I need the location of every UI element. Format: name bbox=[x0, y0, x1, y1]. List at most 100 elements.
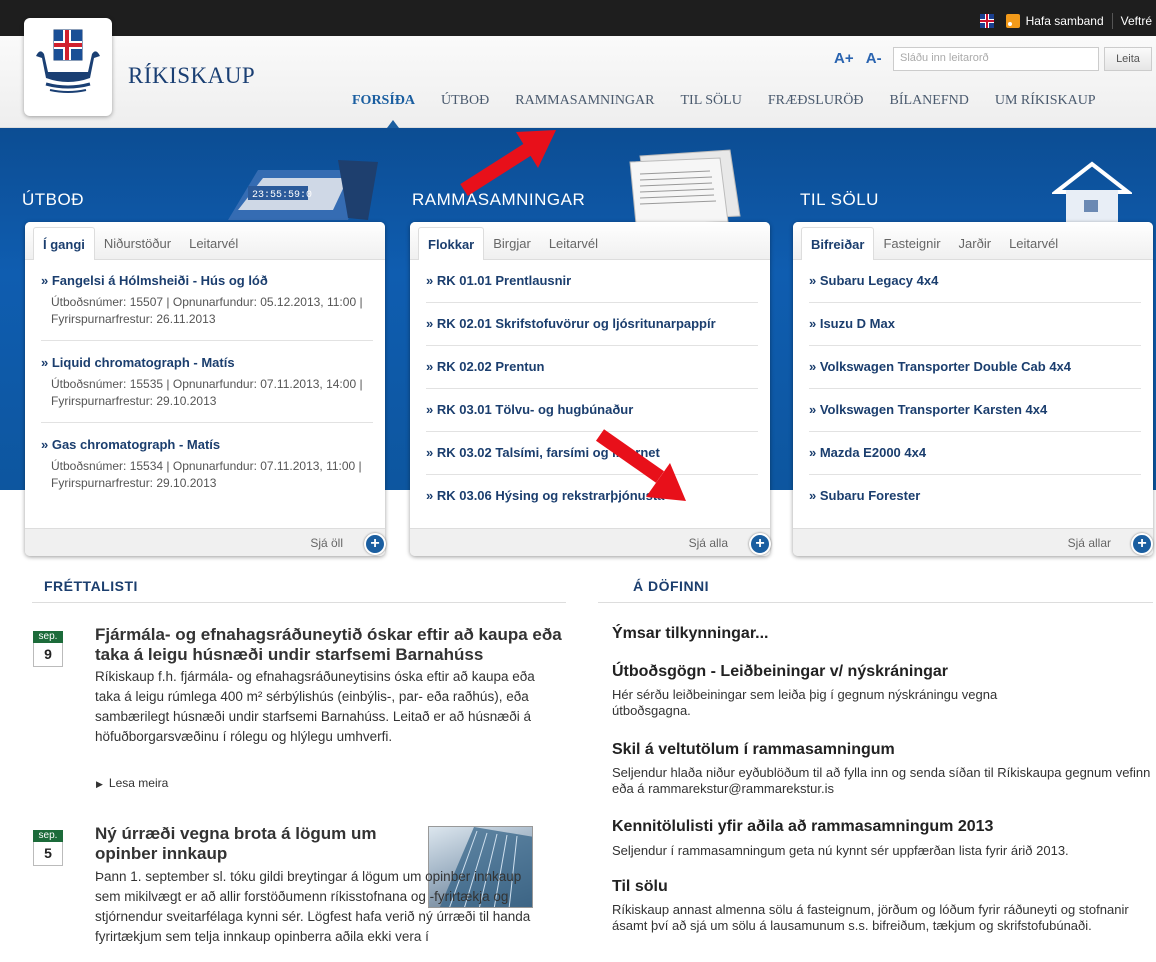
list-item[interactable]: » RK 02.02 Prentun bbox=[426, 346, 758, 389]
event-title[interactable]: Kennitölulisti yfir aðila að rammasamnin… bbox=[612, 818, 993, 836]
utbod-tabs: Í gangi Niðurstöður Leitarvél bbox=[25, 222, 385, 260]
divider bbox=[32, 602, 566, 603]
logo[interactable] bbox=[24, 18, 112, 116]
nav-um-rikiskaup[interactable]: UM RÍKISKAUP bbox=[995, 93, 1096, 117]
card-footer: Sjá alla bbox=[410, 528, 770, 556]
search-button[interactable]: Leita bbox=[1104, 47, 1152, 71]
date-day: 5 bbox=[33, 842, 63, 866]
event-body: Hér sérðu leiðbeiningar sem leiða þig í … bbox=[612, 687, 998, 718]
sale-item-link[interactable]: » Volkswagen Transporter Double Cab 4x4 bbox=[809, 359, 1141, 374]
viking-ship-icon bbox=[36, 29, 100, 93]
news-heading: FRÉTTALISTI bbox=[44, 578, 138, 594]
contact-link[interactable]: Hafa samband bbox=[1026, 14, 1104, 28]
brand-name[interactable]: RÍKISKAUP bbox=[128, 63, 255, 89]
event-body: Seljendur hlaða niður eyðublöðum til að … bbox=[612, 765, 1151, 796]
sale-item-link[interactable]: » Subaru Forester bbox=[809, 488, 1141, 503]
category-link[interactable]: » RK 02.02 Prentun bbox=[426, 359, 758, 374]
card-footer: Sjá allar bbox=[793, 528, 1153, 556]
house-illustration bbox=[1052, 161, 1132, 222]
list-item[interactable]: » Volkswagen Transporter Karsten 4x4 bbox=[809, 389, 1141, 432]
list-item[interactable]: » Gas chromatograph - Matís Útboðsnúmer:… bbox=[41, 423, 373, 500]
list-item[interactable]: » Mazda E2000 4x4 bbox=[809, 432, 1141, 475]
category-link[interactable]: » RK 03.01 Tölvu- og hugbúnaður bbox=[426, 402, 758, 417]
card-footer: Sjá öll bbox=[25, 528, 385, 556]
tab-leitarvel[interactable]: Leitarvél bbox=[540, 227, 607, 259]
tab-bifreidar[interactable]: Bifreiðar bbox=[801, 227, 875, 260]
tab-jardir[interactable]: Jarðir bbox=[950, 227, 1001, 259]
list-item[interactable]: » Subaru Legacy 4x4 bbox=[809, 260, 1141, 303]
plus-circle-icon[interactable]: + bbox=[1131, 533, 1153, 555]
tab-birgjar[interactable]: Birgjar bbox=[484, 227, 540, 259]
til-solu-heading: TIL SÖLU bbox=[800, 190, 879, 209]
see-all-link[interactable]: Sjá alla bbox=[689, 536, 728, 550]
tender-meta: Útboðsnúmer: 15535 | Opnunarfundur: 07.1… bbox=[51, 377, 363, 408]
news-body: Þann 1. september sl. tóku gildi breytin… bbox=[95, 869, 531, 944]
tab-flokkar[interactable]: Flokkar bbox=[418, 227, 485, 260]
event-title[interactable]: Skil á veltutölum í rammasamningum bbox=[612, 741, 895, 759]
top-utility-bar: Hafa samband Veftré bbox=[0, 0, 1156, 36]
sitemap-link[interactable]: Veftré bbox=[1121, 14, 1152, 28]
read-more-link[interactable]: ▶ Lesa meira bbox=[96, 776, 168, 790]
date-month: sep. bbox=[33, 631, 63, 643]
tab-nidurstodur[interactable]: Niðurstöður bbox=[95, 227, 180, 259]
til-solu-card: Bifreiðar Fasteignir Jarðir Leitarvél » … bbox=[793, 222, 1153, 556]
nav-utbod[interactable]: ÚTBOÐ bbox=[441, 93, 489, 117]
main-nav: FORSÍÐA ÚTBOÐ RAMMASAMNINGAR TIL SÖLU FR… bbox=[352, 93, 1096, 117]
list-item[interactable]: » Fangelsi á Hólmsheiði - Hús og lóð Útb… bbox=[41, 260, 373, 341]
sale-item-link[interactable]: » Subaru Legacy 4x4 bbox=[809, 273, 1141, 288]
date-day: 9 bbox=[33, 643, 63, 667]
tender-title[interactable]: » Gas chromatograph - Matís bbox=[41, 437, 373, 452]
date-badge: sep. 5 bbox=[33, 830, 63, 868]
nav-forsida[interactable]: FORSÍÐA bbox=[352, 93, 415, 117]
list-item[interactable]: » Subaru Forester bbox=[809, 475, 1141, 511]
date-badge: sep. 9 bbox=[33, 631, 63, 669]
list-item[interactable]: » Liquid chromatograph - Matís Útboðsnúm… bbox=[41, 341, 373, 423]
tender-title[interactable]: » Fangelsi á Hólmsheiði - Hús og lóð bbox=[41, 273, 373, 288]
nav-til-solu[interactable]: TIL SÖLU bbox=[681, 93, 742, 117]
font-increase-button[interactable]: A+ bbox=[834, 50, 854, 67]
documents-illustration bbox=[629, 149, 741, 225]
event-title[interactable]: Útboðsgögn - Leiðbeiningar v/ nýskráning… bbox=[612, 663, 948, 681]
tab-leitarvel[interactable]: Leitarvél bbox=[1000, 227, 1067, 259]
rss-icon[interactable] bbox=[1005, 14, 1020, 28]
calculator-illustration: 23:55:59:0 bbox=[228, 160, 378, 220]
event-body: Ríkiskaup annast almenna sölu á fasteign… bbox=[612, 902, 1129, 933]
plus-circle-icon[interactable]: + bbox=[364, 533, 386, 555]
tab-leitarvel[interactable]: Leitarvél bbox=[180, 227, 247, 259]
tab-i-gangi[interactable]: Í gangi bbox=[33, 227, 95, 260]
category-link[interactable]: » RK 01.01 Prentlausnir bbox=[426, 273, 758, 288]
tender-title[interactable]: » Liquid chromatograph - Matís bbox=[41, 355, 373, 370]
sale-item-link[interactable]: » Mazda E2000 4x4 bbox=[809, 445, 1141, 460]
list-item[interactable]: » Isuzu D Max bbox=[809, 303, 1141, 346]
til-solu-tabs: Bifreiðar Fasteignir Jarðir Leitarvél bbox=[793, 222, 1153, 260]
news-title[interactable]: Ný úrræði vegna brota á lögum um opinber… bbox=[95, 824, 415, 864]
nav-bilanefnd[interactable]: BÍLANEFND bbox=[890, 93, 969, 117]
tender-meta: Útboðsnúmer: 15534 | Opnunarfundur: 07.1… bbox=[51, 459, 362, 490]
list-item[interactable]: » RK 01.01 Prentlausnir bbox=[426, 260, 758, 303]
news-body: Ríkiskaup f.h. fjármála- og efnahagsráðu… bbox=[95, 669, 535, 744]
see-all-link[interactable]: Sjá öll bbox=[310, 536, 343, 550]
news-title[interactable]: Fjármála- og efnahagsráðuneytið óskar ef… bbox=[95, 625, 565, 665]
font-decrease-button[interactable]: A- bbox=[866, 50, 882, 67]
uk-flag-icon[interactable] bbox=[979, 14, 994, 28]
list-item[interactable]: » RK 02.01 Skrifstofuvörur og ljósrituna… bbox=[426, 303, 758, 346]
calculator-display: 23:55:59:0 bbox=[252, 190, 312, 201]
tab-fasteignir[interactable]: Fasteignir bbox=[874, 227, 949, 259]
divider bbox=[598, 602, 1153, 603]
category-link[interactable]: » RK 02.01 Skrifstofuvörur og ljósrituna… bbox=[426, 316, 758, 331]
see-all-link[interactable]: Sjá allar bbox=[1068, 536, 1111, 550]
search-input[interactable]: Sláðu inn leitarorð bbox=[893, 47, 1099, 71]
list-item[interactable]: » Volkswagen Transporter Double Cab 4x4 bbox=[809, 346, 1141, 389]
nav-fraedslurod[interactable]: FRÆÐSLURÖÐ bbox=[768, 93, 864, 117]
date-month: sep. bbox=[33, 830, 63, 842]
event-title[interactable]: Til sölu bbox=[612, 878, 668, 896]
announcements-title[interactable]: Ýmsar tilkynningar... bbox=[612, 625, 769, 643]
sale-item-link[interactable]: » Volkswagen Transporter Karsten 4x4 bbox=[809, 402, 1141, 417]
utbod-card: Í gangi Niðurstöður Leitarvél » Fangelsi… bbox=[25, 222, 385, 556]
triangle-right-icon: ▶ bbox=[96, 779, 103, 789]
tender-meta: Útboðsnúmer: 15507 | Opnunarfundur: 05.1… bbox=[51, 295, 363, 326]
plus-circle-icon[interactable]: + bbox=[749, 533, 771, 555]
sale-item-link[interactable]: » Isuzu D Max bbox=[809, 316, 1141, 331]
active-nav-indicator bbox=[387, 120, 399, 128]
nav-rammasamningar[interactable]: RAMMASAMNINGAR bbox=[515, 93, 654, 117]
